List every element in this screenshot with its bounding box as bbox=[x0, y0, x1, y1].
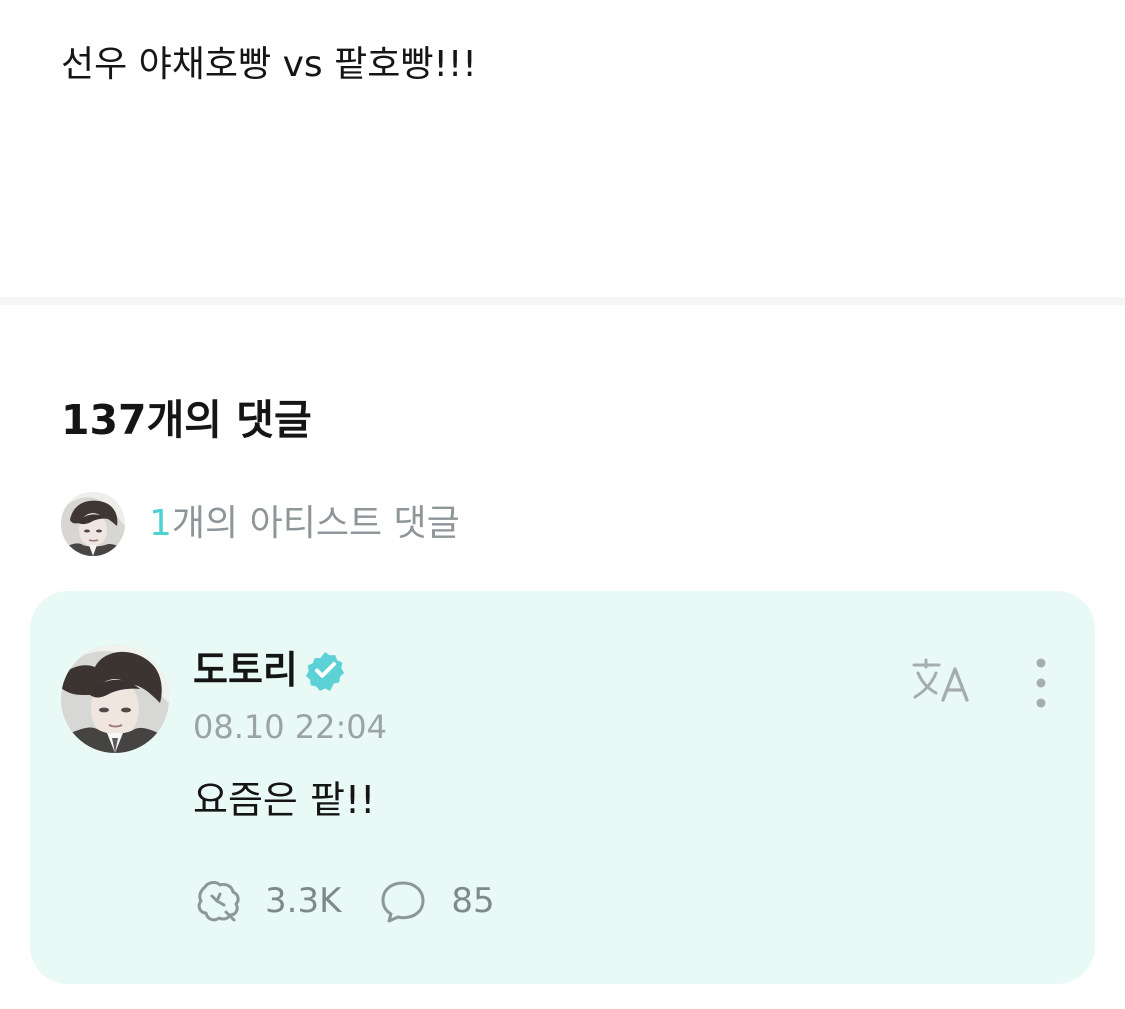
artist-comment-label: 개의 아티스트 댓글 bbox=[171, 503, 460, 544]
reply-button[interactable]: 85 bbox=[379, 877, 495, 925]
comment-actions: 3.3K 85 bbox=[193, 877, 495, 925]
more-vertical-icon[interactable] bbox=[1026, 656, 1056, 710]
artist-comment-summary-text: 1개의 아티스트 댓글 bbox=[149, 499, 460, 549]
comment-author-row: 도토리 bbox=[193, 645, 346, 695]
comment-body: 요즘은 팥!! bbox=[193, 778, 376, 822]
author-photo-icon bbox=[61, 645, 169, 753]
artist-photo-icon bbox=[61, 492, 125, 556]
artist-avatar bbox=[61, 492, 125, 556]
post-page: 선우 야채호빵 vs 팥호빵!!! 137개의 댓글 1개의 아티스트 댓글 도… bbox=[0, 0, 1125, 1009]
comment-count-heading: 137개의 댓글 bbox=[61, 396, 312, 444]
comment-timestamp: 08.10 22:04 bbox=[193, 708, 387, 746]
translate-icon[interactable] bbox=[910, 655, 974, 709]
artist-comment-summary[interactable]: 1개의 아티스트 댓글 bbox=[61, 492, 460, 556]
reaction-icon bbox=[197, 881, 240, 922]
post-text: 선우 야채호빵 vs 팥호빵!!! bbox=[61, 44, 477, 85]
like-count: 3.3K bbox=[265, 881, 342, 921]
comment-bubble-icon bbox=[381, 881, 425, 923]
verified-check-icon bbox=[305, 652, 344, 691]
like-button[interactable]: 3.3K bbox=[193, 877, 341, 925]
reply-count: 85 bbox=[451, 881, 495, 921]
section-divider bbox=[0, 297, 1125, 305]
artist-comment-count: 1 bbox=[149, 503, 172, 544]
artist-comment-card: 도토리 08.10 22:04 요즘은 팥!! 3.3K 85 bbox=[30, 591, 1095, 984]
comment-author-avatar[interactable] bbox=[61, 645, 169, 753]
comment-author-name[interactable]: 도토리 bbox=[193, 645, 298, 695]
